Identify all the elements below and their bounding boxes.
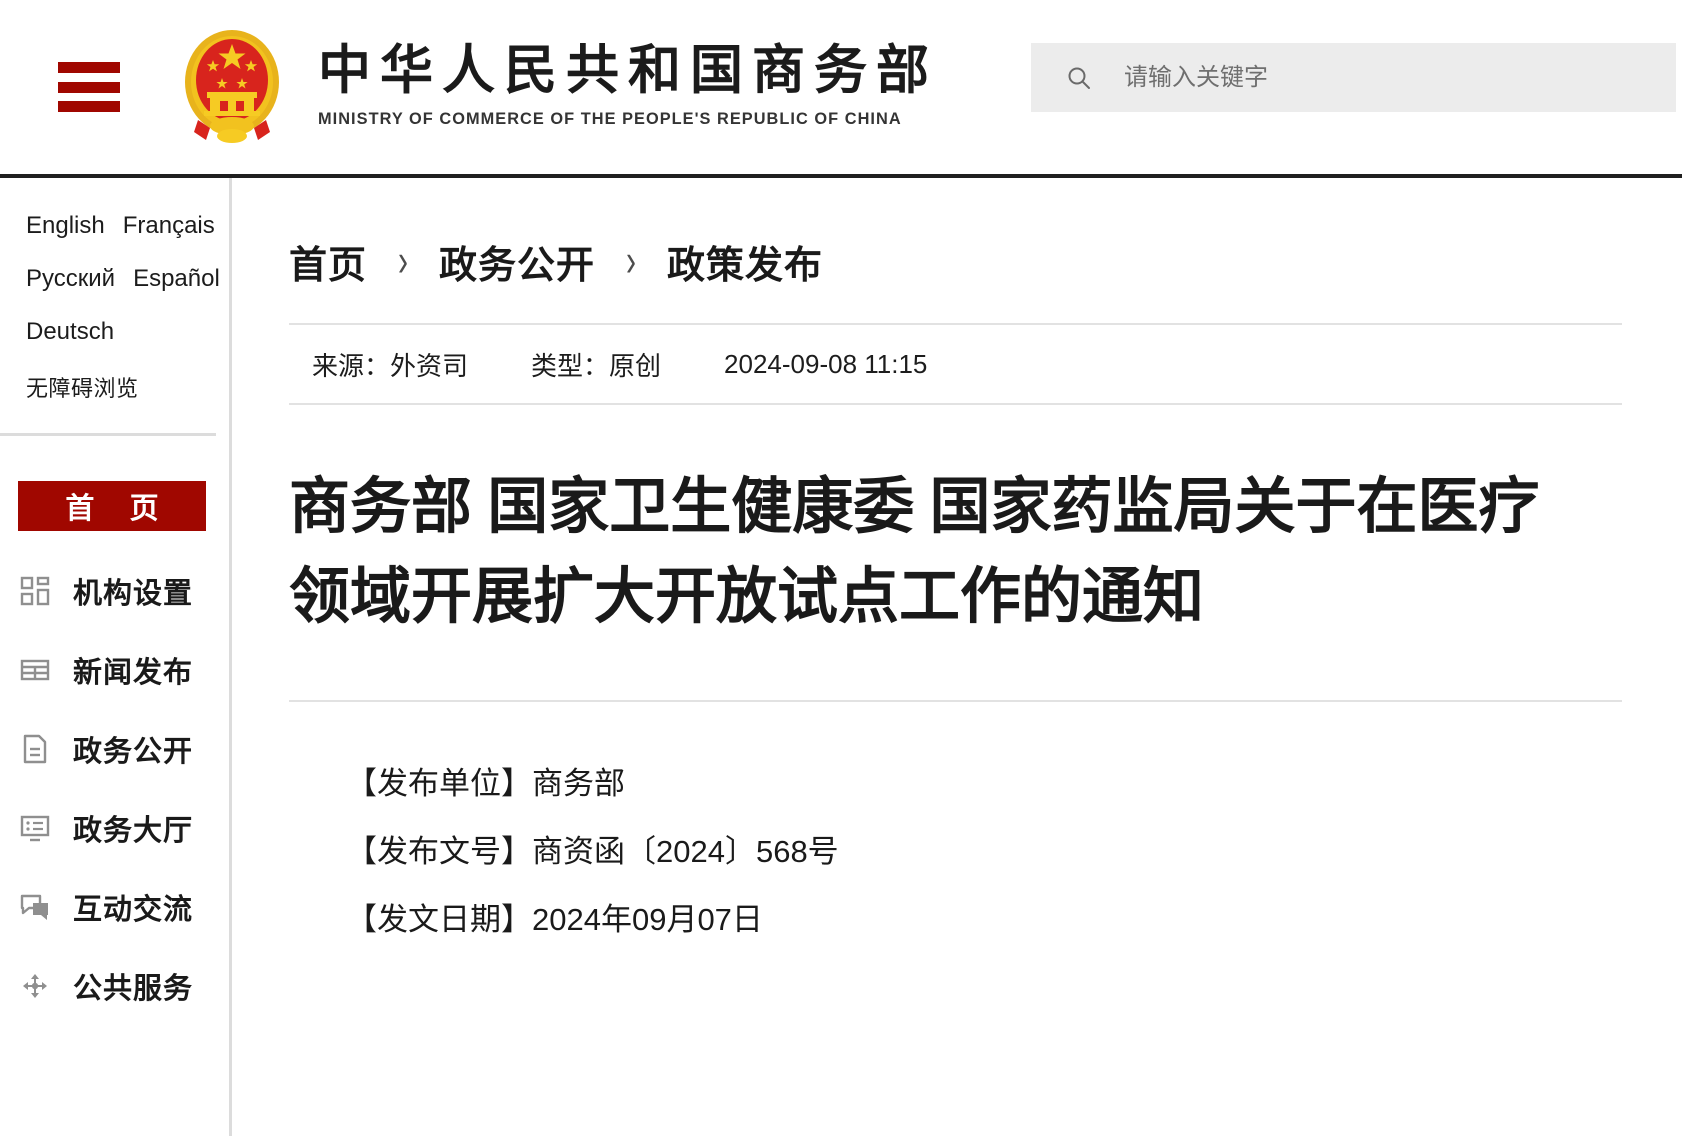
grid-blocks-icon: [18, 574, 52, 608]
sidebar-item-service-hall[interactable]: 政务大厅: [18, 804, 229, 852]
breadcrumb-separator-icon: ›: [398, 236, 409, 286]
hamburger-menu-icon[interactable]: [58, 62, 120, 112]
site-header: 中华人民共和国商务部 MINISTRY OF COMMERCE OF THE P…: [0, 0, 1682, 178]
sidebar-item-home[interactable]: 首 页: [18, 481, 206, 531]
sidebar-item-public-service[interactable]: 公共服务: [18, 962, 229, 1010]
brand-title-en: MINISTRY OF COMMERCE OF THE PEOPLE'S REP…: [318, 110, 902, 129]
language-switcher: English Français Русский Español Deutsch…: [0, 212, 229, 403]
sidebar-item-label: 新闻发布: [73, 657, 194, 689]
breadcrumb-item-policy-release[interactable]: 政策发布: [667, 234, 823, 289]
sidebar-item-label: 公共服务: [73, 973, 194, 1005]
meta-type: 类型：原创: [531, 350, 662, 381]
language-row: Русский Español: [26, 265, 229, 293]
sidebar: English Français Русский Español Deutsch…: [0, 178, 232, 1136]
search-input[interactable]: [1122, 56, 1626, 99]
sidebar-nav: 首 页 机构设置 新闻发布 政务公开 政务大厅 互动交流 公共服务: [0, 436, 229, 1010]
search-icon: [1066, 65, 1092, 91]
meta-timestamp: 2024-09-08 11:15: [724, 348, 928, 379]
breadcrumb-item-home[interactable]: 首页: [289, 234, 367, 289]
sidebar-item-label: 机构设置: [73, 578, 194, 610]
sidebar-item-news[interactable]: 新闻发布: [18, 646, 229, 694]
main-content: 首页 › 政务公开 › 政策发布 来源：外资司 类型：原创 2024-09-08…: [232, 178, 1682, 1136]
table-icon: [18, 653, 52, 687]
monitor-list-icon: [18, 811, 52, 845]
page-title: 商务部 国家卫生健康委 国家药监局关于在医疗领域开展扩大开放试点工作的通知: [289, 474, 1540, 632]
sidebar-item-label: 首 页: [65, 493, 173, 525]
lang-link-francais[interactable]: Français: [123, 212, 215, 240]
sidebar-item-label: 互动交流: [73, 894, 194, 926]
lang-link-espanol[interactable]: Español: [133, 265, 220, 293]
breadcrumb-separator-icon: ›: [626, 236, 637, 286]
article-meta: 来源：外资司 类型：原创 2024-09-08 11:15: [289, 323, 1622, 405]
body-line-publisher: 【发布单位】商务部: [346, 765, 625, 801]
language-row: Deutsch: [26, 318, 229, 346]
sidebar-item-label: 政务大厅: [73, 815, 194, 847]
brand-title-cn: 中华人民共和国商务部: [318, 41, 938, 100]
body-line-document-number: 【发布文号】商资函〔2024〕568号: [346, 833, 839, 869]
accessibility-link[interactable]: 无障碍浏览: [26, 371, 139, 403]
language-row: English Français: [26, 212, 229, 240]
sidebar-item-interaction[interactable]: 互动交流: [18, 883, 229, 931]
body-line-issue-date: 【发文日期】2024年09月07日: [346, 901, 763, 937]
search-box[interactable]: [1031, 43, 1676, 112]
sidebar-item-organization[interactable]: 机构设置: [18, 567, 229, 615]
sidebar-item-affairs-disclosure[interactable]: 政务公开: [18, 725, 229, 773]
breadcrumb: 首页 › 政务公开 › 政策发布: [289, 178, 1622, 323]
hamburger-bar: [58, 62, 120, 73]
hamburger-bar: [58, 81, 120, 93]
breadcrumb-item-affairs-disclosure[interactable]: 政务公开: [439, 234, 595, 289]
page-layout: English Français Русский Español Deutsch…: [0, 178, 1682, 1136]
china-national-emblem-icon: [176, 24, 288, 150]
lang-link-english[interactable]: English: [26, 212, 105, 240]
chat-bubbles-icon: [18, 890, 52, 924]
share-nodes-icon: [18, 969, 52, 1003]
brand-block: 中华人民共和国商务部 MINISTRY OF COMMERCE OF THE P…: [318, 41, 938, 133]
hamburger-bar: [58, 101, 120, 112]
meta-source: 来源：外资司: [312, 350, 469, 381]
lang-link-deutsch[interactable]: Deutsch: [26, 318, 114, 346]
document-icon: [18, 732, 52, 766]
lang-link-russian[interactable]: Русский: [26, 265, 115, 293]
article-body: 【发布单位】商务部 【发布文号】商资函〔2024〕568号 【发文日期】2024…: [289, 699, 1622, 937]
sidebar-item-label: 政务公开: [73, 736, 194, 768]
language-row: 无障碍浏览: [26, 371, 229, 403]
